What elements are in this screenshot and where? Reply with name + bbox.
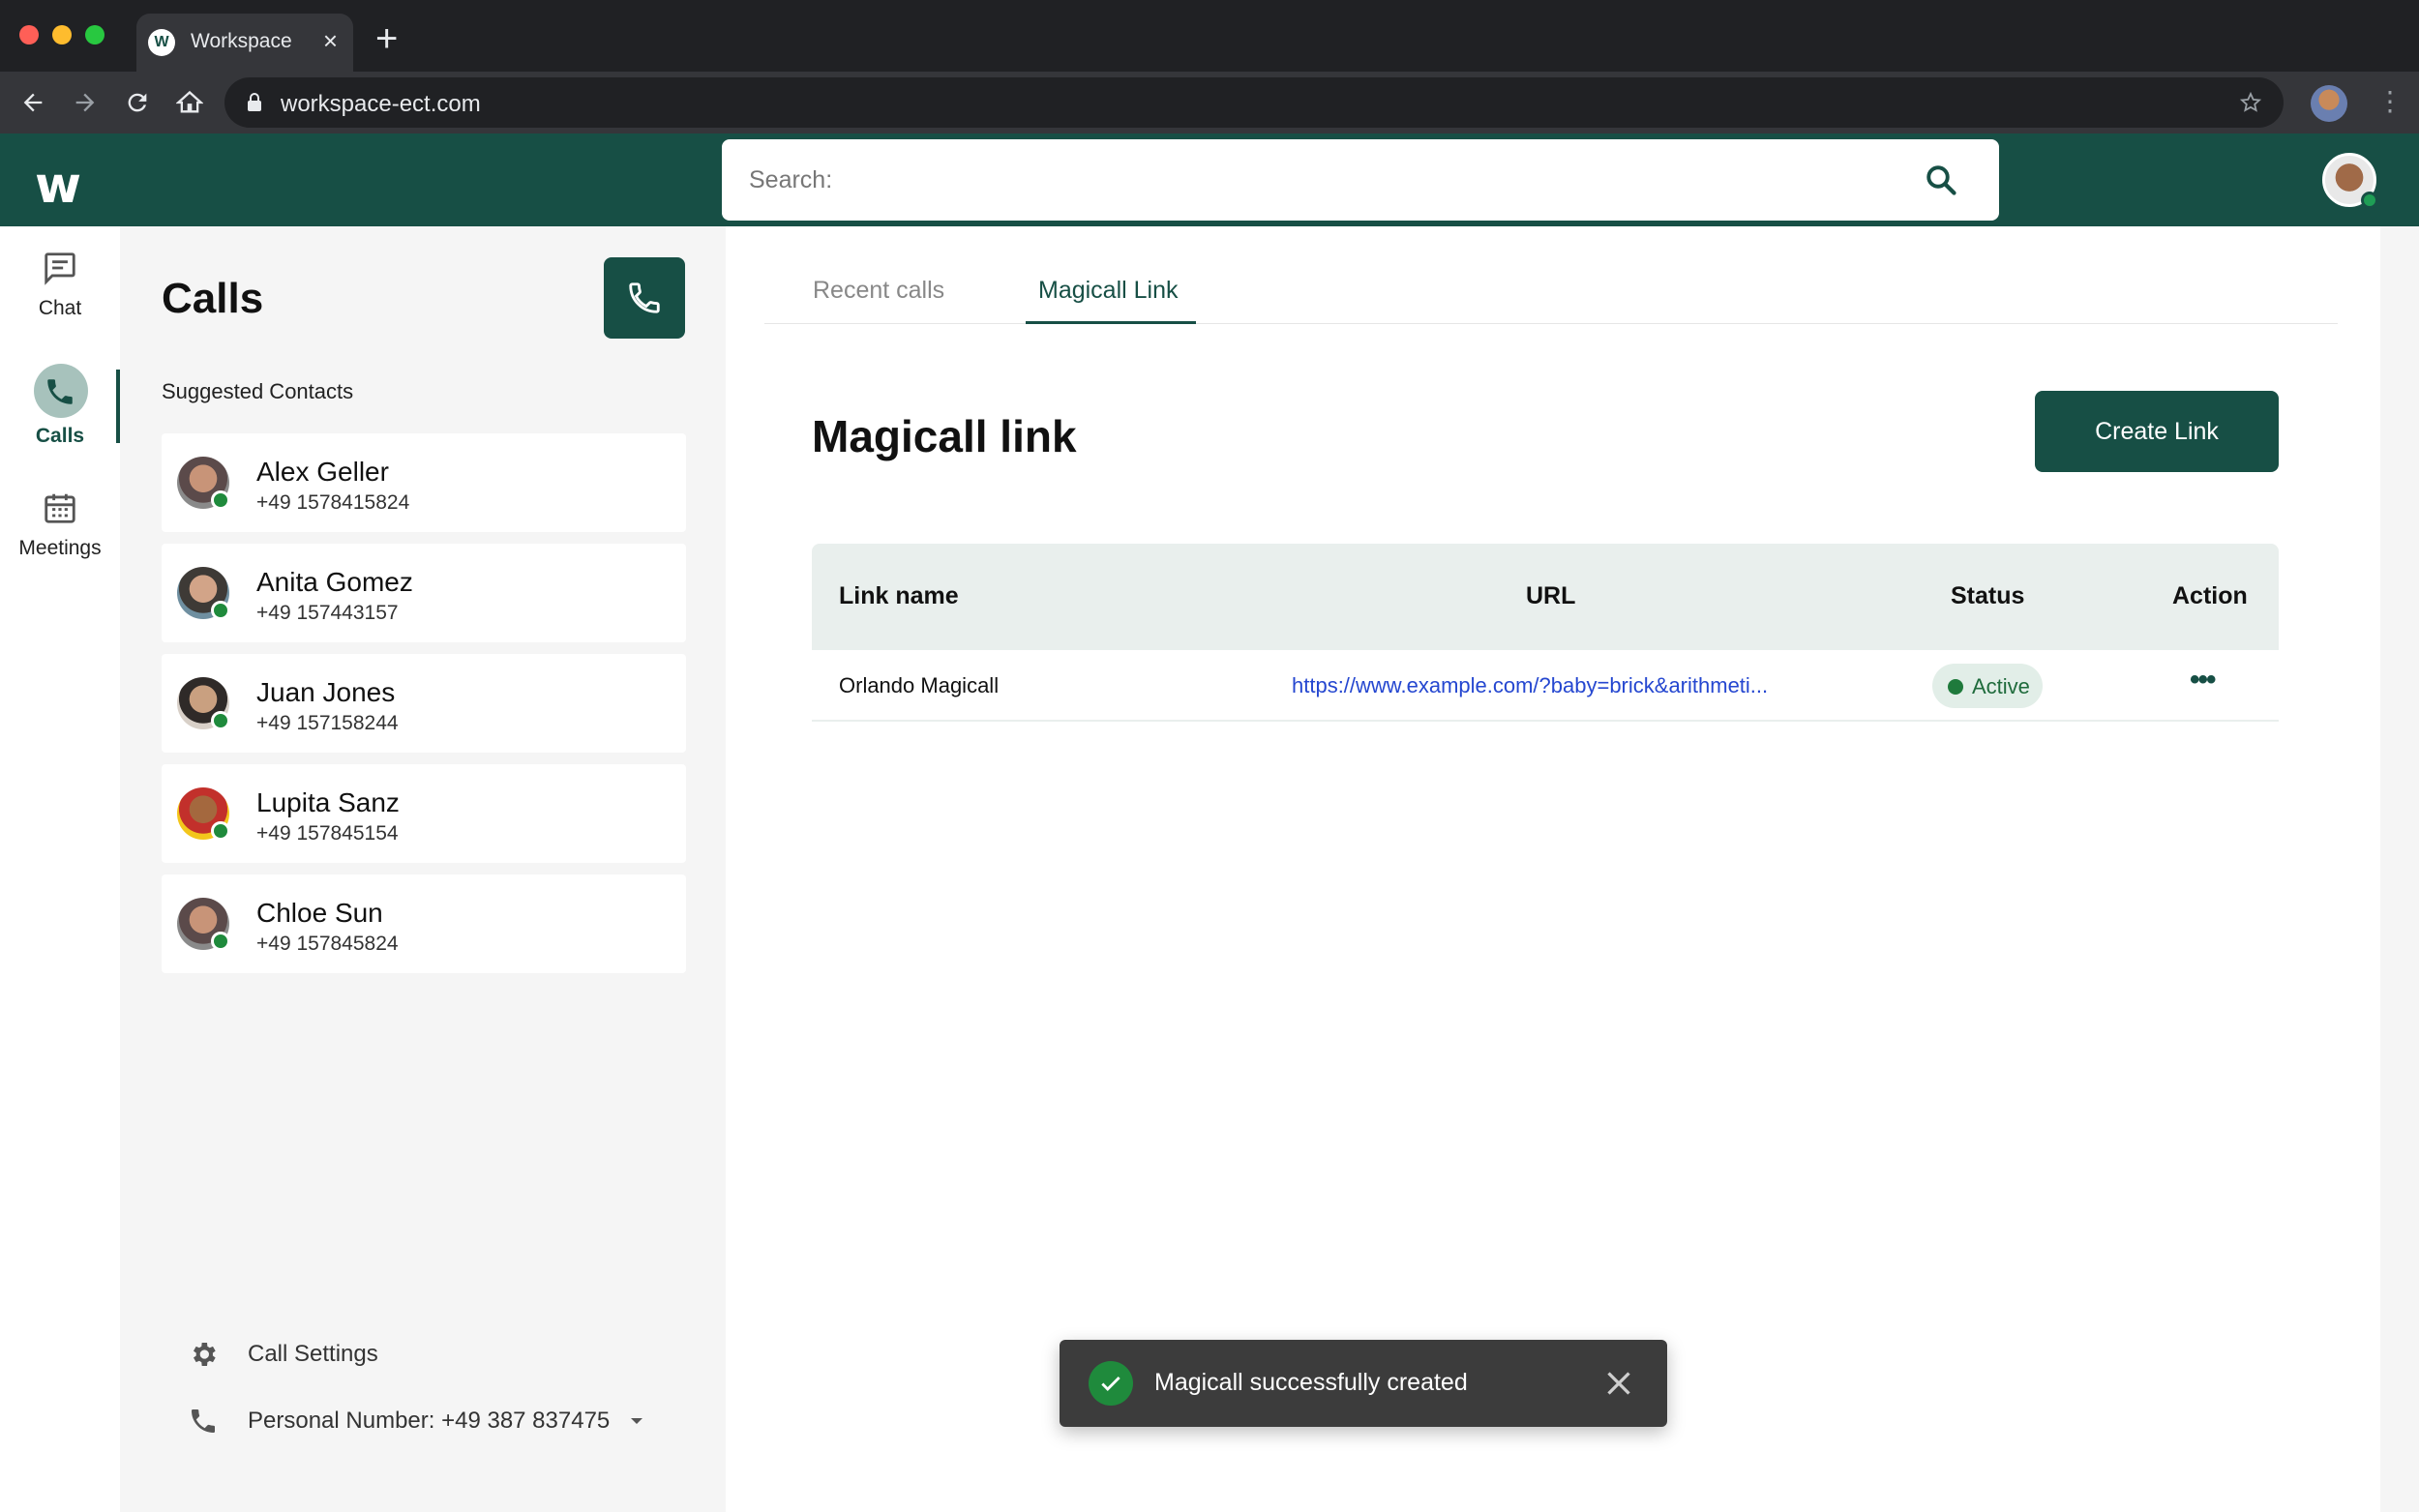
check-circle-icon <box>1089 1361 1133 1406</box>
right-edge-panel <box>2380 226 2419 1512</box>
search-icon[interactable] <box>1924 163 1958 197</box>
rail-item-meetings[interactable]: Meetings <box>0 489 120 560</box>
app-header: w <box>0 133 2419 226</box>
toast-message: Magicall successfully created <box>1154 1369 1468 1396</box>
close-window-button[interactable] <box>19 25 39 44</box>
tab-magicall-link[interactable]: Magicall Link <box>1038 277 1179 305</box>
links-table: Link name URL Status Action Orlando Magi… <box>812 544 2279 722</box>
contact-online-status <box>211 490 230 510</box>
column-header-action: Action <box>2172 582 2248 609</box>
contact-phone: +49 1578415824 <box>256 491 410 514</box>
lock-icon <box>248 93 261 111</box>
contact-online-status <box>211 711 230 730</box>
suggested-contacts-label: Suggested Contacts <box>162 379 354 403</box>
contact-card[interactable]: Juan Jones +49 157158244 <box>162 654 686 753</box>
phone-icon <box>629 282 660 313</box>
address-url: workspace-ect.com <box>281 91 481 117</box>
chat-icon <box>45 252 75 285</box>
back-icon[interactable] <box>15 85 50 120</box>
left-nav-rail: Chat Calls Meetings <box>0 226 120 1512</box>
search-bar <box>722 139 1999 221</box>
contact-name: Alex Geller <box>256 457 389 487</box>
browser-tab-bar: W Workspace × + <box>0 0 2419 72</box>
contact-card[interactable]: Lupita Sanz +49 157845154 <box>162 764 686 863</box>
link-url[interactable]: https://www.example.com/?baby=brick&arit… <box>1292 673 1768 698</box>
browser-toolbar: workspace-ect.com ⋮ <box>0 72 2419 133</box>
calls-panel: Calls Suggested Contacts Alex Geller +49… <box>120 226 726 1512</box>
calendar-icon <box>45 493 75 523</box>
contact-name: Juan Jones <box>256 677 396 707</box>
chevron-down-icon <box>631 1418 642 1424</box>
main-content: Recent calls Magicall Link Magicall link… <box>726 226 2380 1512</box>
contact-card[interactable]: Anita Gomez +49 157443157 <box>162 544 686 642</box>
reload-icon[interactable] <box>120 85 155 120</box>
tab-recent-calls[interactable]: Recent calls <box>813 277 944 305</box>
contact-online-status <box>211 932 230 951</box>
browser-menu-icon[interactable]: ⋮ <box>2376 87 2404 116</box>
status-dot <box>1948 679 1963 695</box>
column-header-url: URL <box>1526 582 1576 609</box>
more-actions-icon[interactable]: ••• <box>2190 664 2216 697</box>
rail-item-chat[interactable]: Chat <box>0 250 120 320</box>
contact-name: Lupita Sanz <box>256 787 400 817</box>
phone-icon <box>192 1409 215 1433</box>
address-bar[interactable]: workspace-ect.com <box>224 77 2284 128</box>
rail-label-meetings: Meetings <box>18 537 102 559</box>
column-header-link-name: Link name <box>839 582 959 609</box>
contact-online-status <box>211 821 230 841</box>
table-header: Link name URL Status Action <box>812 544 2279 650</box>
minimize-window-button[interactable] <box>52 25 72 44</box>
bookmark-star-icon[interactable] <box>2239 91 2262 114</box>
rail-label-chat: Chat <box>38 297 82 319</box>
tab-close-icon[interactable]: × <box>323 26 338 55</box>
user-online-status <box>2361 192 2378 209</box>
contact-card[interactable]: Alex Geller +49 1578415824 <box>162 433 686 532</box>
personal-number-label: Personal Number: +49 387 837475 <box>248 1408 611 1434</box>
favicon-icon: W <box>148 29 175 56</box>
contact-card[interactable]: Chloe Sun +49 157845824 <box>162 875 686 973</box>
contact-name: Chloe Sun <box>256 898 383 928</box>
status-label: Active <box>1972 674 2030 698</box>
create-link-button[interactable]: Create Link <box>2035 391 2279 472</box>
contact-online-status <box>211 601 230 620</box>
contact-phone: +49 157845154 <box>256 822 399 845</box>
calls-title: Calls <box>162 275 264 322</box>
rail-item-calls[interactable]: Calls <box>0 375 120 448</box>
contact-name: Anita Gomez <box>256 567 413 597</box>
column-header-status: Status <box>1951 582 2025 609</box>
contact-phone: +49 157443157 <box>256 602 399 624</box>
status-badge: Active <box>1932 664 2043 708</box>
tabs-divider <box>764 323 2338 324</box>
close-icon[interactable] <box>1601 1366 1636 1401</box>
app-logo[interactable]: w <box>35 157 81 215</box>
success-toast: Magicall successfully created <box>1060 1340 1667 1427</box>
phone-icon <box>47 379 73 404</box>
page-title: Magicall link <box>812 411 1077 461</box>
link-name-cell: Orlando Magicall <box>839 673 1000 697</box>
rail-label-calls: Calls <box>35 425 85 447</box>
gear-icon <box>194 1343 216 1366</box>
contact-phone: +49 157845824 <box>256 933 399 955</box>
active-tab-indicator <box>1026 321 1196 324</box>
forward-icon[interactable] <box>68 85 103 120</box>
tab-title: Workspace <box>191 30 292 52</box>
maximize-window-button[interactable] <box>85 25 105 44</box>
call-settings-label: Call Settings <box>248 1341 378 1367</box>
search-input[interactable] <box>749 161 1910 199</box>
home-icon[interactable] <box>172 85 207 120</box>
contact-phone: +49 157158244 <box>256 712 399 734</box>
browser-profile-avatar[interactable] <box>2311 85 2347 122</box>
new-call-button[interactable] <box>604 257 685 339</box>
browser-tab[interactable]: W Workspace × <box>136 14 353 72</box>
table-row: Orlando Magicall https://www.example.com… <box>812 650 2279 722</box>
new-tab-button[interactable]: + <box>375 19 398 58</box>
